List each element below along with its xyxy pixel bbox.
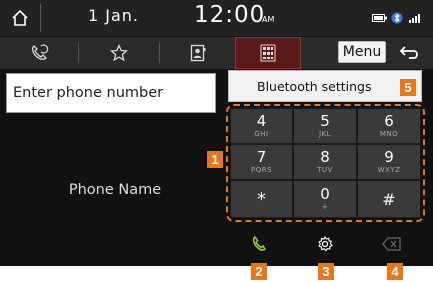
clock-ampm: AM — [262, 15, 275, 24]
bluetooth-settings-menu-item[interactable]: Bluetooth settings — [228, 70, 422, 102]
key-4[interactable]: 4 GHI — [230, 108, 293, 144]
back-arrow-icon — [399, 46, 418, 59]
dial-keypad: 4 GHI 5 JKL 6 MNO 7 PQRS 8 TUV 9 WXYZ * … — [226, 104, 425, 222]
key-digit: 6 — [384, 112, 394, 130]
phone-number-input[interactable]: Enter phone number — [6, 73, 216, 113]
callout-4: 4 — [387, 263, 403, 280]
key-letters: TUV — [317, 166, 333, 174]
key-9[interactable]: 9 WXYZ — [357, 144, 421, 180]
key-digit: 5 — [320, 112, 330, 130]
key-digit: 0 — [320, 185, 330, 203]
key-digit: # — [382, 189, 396, 209]
phone-name-label: Phone Name — [68, 182, 162, 198]
key-7[interactable]: 7 PQRS — [230, 144, 293, 180]
keypad-icon — [260, 44, 276, 62]
tab-keypad[interactable] — [235, 37, 301, 69]
keypad-action-bar — [226, 227, 425, 261]
status-divider — [40, 4, 41, 32]
system-icons — [372, 12, 424, 24]
home-icon — [12, 9, 28, 26]
key-letters: PQRS — [250, 166, 273, 174]
key-digit: 8 — [320, 148, 330, 166]
battery-icon — [372, 14, 387, 22]
date-text: 1 Jan. — [88, 6, 140, 25]
menu-button[interactable]: Menu — [338, 41, 386, 63]
back-button[interactable] — [390, 39, 430, 67]
tab-favorites[interactable] — [79, 37, 159, 69]
gear-icon — [318, 235, 333, 252]
key-letters: + — [321, 203, 329, 211]
key-6[interactable]: 6 MNO — [357, 108, 421, 144]
delete-button[interactable] — [358, 227, 425, 261]
key-8[interactable]: 8 TUV — [293, 144, 357, 180]
callout-1: 1 — [207, 151, 223, 168]
key-star[interactable]: * — [230, 180, 293, 218]
star-icon — [110, 44, 128, 62]
bluetooth-settings-label: Bluetooth settings — [257, 79, 372, 94]
backspace-icon — [381, 237, 401, 251]
key-letters: WXYZ — [377, 166, 401, 174]
key-digit: 4 — [256, 112, 267, 130]
settings-button[interactable] — [292, 227, 358, 261]
status-bar: 1 Jan. 12:00 AM — [0, 0, 433, 36]
callout-2: 2 — [251, 263, 267, 280]
key-letters: GHI — [254, 130, 269, 138]
call-button[interactable] — [226, 227, 292, 261]
signal-icon — [409, 14, 420, 23]
bluetooth-icon — [391, 12, 403, 24]
key-letters: JKL — [318, 130, 332, 138]
phone-icon — [252, 235, 267, 251]
head-unit-display: 1 Jan. 12:00 AM Menu Enter phone number … — [0, 0, 433, 266]
clock-time: 12:00 — [194, 2, 266, 28]
tab-contacts[interactable] — [160, 37, 235, 69]
key-letters: MNO — [379, 130, 399, 138]
key-hash[interactable]: # — [357, 180, 421, 218]
callout-3: 3 — [318, 263, 334, 280]
key-5[interactable]: 5 JKL — [293, 108, 357, 144]
tab-bar: Menu — [0, 37, 433, 69]
screen: 1 Jan. 12:00 AM Menu Enter phone number … — [0, 0, 433, 282]
key-digit: 7 — [256, 148, 267, 166]
key-0[interactable]: 0 + — [293, 180, 357, 218]
contacts-icon — [190, 44, 205, 62]
key-digit: * — [257, 188, 266, 210]
callout-5: 5 — [400, 79, 416, 96]
home-button[interactable] — [0, 0, 40, 36]
phone-history-icon — [32, 44, 49, 60]
tab-recent-calls[interactable] — [0, 37, 78, 69]
key-digit: 9 — [384, 148, 394, 166]
